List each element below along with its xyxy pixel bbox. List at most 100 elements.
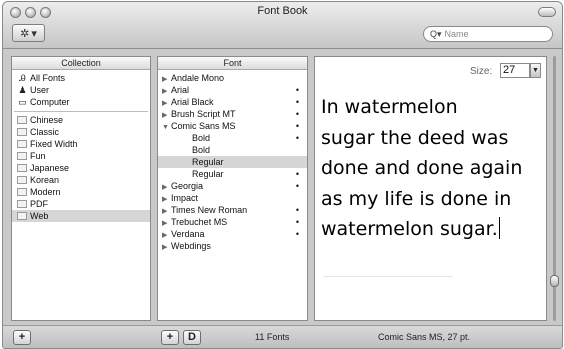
collection-item-modern[interactable]: Modern [12, 186, 150, 198]
font-list[interactable]: Font ▶ Andale Mono ▶ Arial • ▶ Arial Black • … [157, 56, 308, 321]
preview-line: sugar the deed was [321, 126, 509, 149]
font-family-row[interactable]: ▶ Arial Black • [158, 96, 307, 108]
collection-book-icon [17, 128, 27, 136]
disclosure-triangle-icon[interactable]: ▶ [162, 242, 171, 254]
collection-item-computer[interactable]: ▭ Computer [12, 96, 150, 108]
font-face-label: Bold [192, 145, 211, 155]
enabled-dot-icon: • [295, 217, 299, 227]
collection-list[interactable]: Collection Ꭿ All Fonts ♟ User ▭ Computer… [11, 56, 151, 321]
collection-item-web[interactable]: Web [12, 210, 150, 222]
user-icon: ♟ [18, 85, 27, 95]
preview-line: In watermelon [321, 96, 458, 118]
preview-line: as my life is done in [321, 187, 512, 210]
window-title: Font Book [257, 5, 308, 17]
collection-item-chinese[interactable]: Chinese [12, 114, 150, 126]
font-face-row[interactable]: Bold [158, 144, 307, 156]
collection-book-icon [17, 176, 27, 184]
collection-column-header: Collection [12, 57, 150, 70]
font-family-label: Webdings [171, 241, 211, 251]
font-family-label: Impact [171, 193, 199, 203]
font-family-label: Georgia [171, 181, 204, 191]
font-family-label: Andale Mono [171, 73, 225, 83]
enabled-dot-icon: • [295, 109, 299, 119]
search-icon: Q▾ [430, 28, 442, 39]
enabled-dot-icon: • [295, 85, 299, 95]
collection-item-label: User [30, 85, 50, 95]
bottom-bar: + + D 11 Fonts Comic Sans MS, 27 pt. [3, 325, 562, 348]
font-face-label: Regular [192, 157, 224, 167]
font-family-row[interactable]: ▶ Times New Roman • [158, 204, 307, 216]
collection-item-fun[interactable]: Fun [12, 150, 150, 162]
add-font-button[interactable]: + [161, 330, 179, 345]
collection-item-fixed-width[interactable]: Fixed Width [12, 138, 150, 150]
size-dropdown-button[interactable]: ▼ [530, 63, 541, 78]
font-family-row[interactable]: ▶ Verdana • [158, 228, 307, 240]
font-face-row[interactable]: Bold • [158, 132, 307, 144]
font-family-label: Trebuchet MS [171, 217, 228, 227]
collection-item-label: Fixed Width [30, 139, 78, 149]
collection-item-label: All Fonts [30, 73, 66, 83]
enabled-dot-icon: • [295, 97, 299, 107]
collection-book-icon [17, 212, 27, 220]
collection-item-pdf[interactable]: PDF [12, 198, 150, 210]
font-family-row[interactable]: ▶ Andale Mono [158, 72, 307, 84]
font-family-label: Arial [171, 85, 190, 95]
collection-book-icon [17, 200, 27, 208]
preview-line: watermelon sugar. [321, 218, 498, 240]
font-face-row[interactable]: Regular • [158, 168, 307, 180]
search-field[interactable]: Q▾ [423, 26, 553, 42]
collection-divider [14, 111, 148, 112]
collection-book-icon [17, 152, 27, 160]
size-field[interactable]: 27 [500, 63, 530, 78]
font-family-label: Comic Sans MS [171, 121, 236, 131]
selected-font-info: Comic Sans MS, 27 pt. [378, 332, 471, 342]
preview-sample-text[interactable]: In watermelon sugar the deed was done an… [321, 92, 543, 245]
font-book-window: Font Book ✲ ▾ Q▾ Collection Ꭿ All Fonts … [2, 1, 563, 349]
enabled-dot-icon: • [295, 205, 299, 215]
gear-icon: ✲ [20, 27, 30, 40]
font-family-label: Brush Script MT [171, 109, 236, 119]
title-bar: Font Book ✲ ▾ Q▾ [3, 2, 562, 49]
font-family-row[interactable]: ▶ Webdings [158, 240, 307, 252]
font-family-row[interactable]: ▶ Impact [158, 192, 307, 204]
action-menu-button[interactable]: ✲ ▾ [12, 24, 45, 42]
font-family-row[interactable]: ▶ Arial • [158, 84, 307, 96]
collection-item-user[interactable]: ♟ User [12, 84, 150, 96]
enabled-dot-icon: • [295, 133, 299, 143]
size-slider-knob[interactable] [550, 275, 559, 287]
size-label: Size: [470, 66, 493, 77]
collection-item-classic[interactable]: Classic [12, 126, 150, 138]
font-family-row[interactable]: ▼ Comic Sans MS • [158, 120, 307, 132]
collection-item-label: Fun [30, 151, 46, 161]
collection-item-all-fonts[interactable]: Ꭿ All Fonts [12, 72, 150, 84]
font-face-row-selected[interactable]: Regular [158, 156, 307, 168]
font-face-label: Bold [192, 133, 211, 143]
collection-book-icon [17, 116, 27, 124]
enabled-dot-icon: • [295, 229, 299, 239]
collection-item-label: Classic [30, 127, 60, 137]
collection-item-label: Modern [30, 187, 61, 197]
collection-item-label: Japanese [30, 163, 70, 173]
font-family-row[interactable]: ▶ Georgia • [158, 180, 307, 192]
disable-font-button[interactable]: D [183, 330, 201, 345]
collection-item-japanese[interactable]: Japanese [12, 162, 150, 174]
font-family-row[interactable]: ▶ Trebuchet MS • [158, 216, 307, 228]
computer-icon: ▭ [18, 97, 27, 107]
size-slider[interactable] [550, 56, 559, 321]
search-input[interactable] [444, 29, 545, 39]
chevron-down-icon: ▾ [31, 27, 37, 40]
collection-item-korean[interactable]: Korean [12, 174, 150, 186]
font-count: 11 Fonts [255, 332, 290, 342]
enabled-dot-icon: • [295, 169, 299, 179]
preview-line: done and done again [321, 157, 523, 179]
collection-item-label: Computer [30, 97, 70, 107]
enabled-dot-icon: • [295, 121, 299, 131]
preview-divider [323, 276, 453, 277]
font-face-label: Regular [192, 169, 224, 179]
font-preview-pane[interactable]: Size: 27 ▼ In watermelon sugar the deed … [314, 56, 547, 321]
collection-item-label: PDF [30, 199, 48, 209]
add-collection-button[interactable]: + [13, 330, 31, 345]
toolbar-toggle-button[interactable] [538, 7, 556, 17]
font-family-row[interactable]: ▶ Brush Script MT • [158, 108, 307, 120]
collection-item-label: Korean [30, 175, 60, 185]
